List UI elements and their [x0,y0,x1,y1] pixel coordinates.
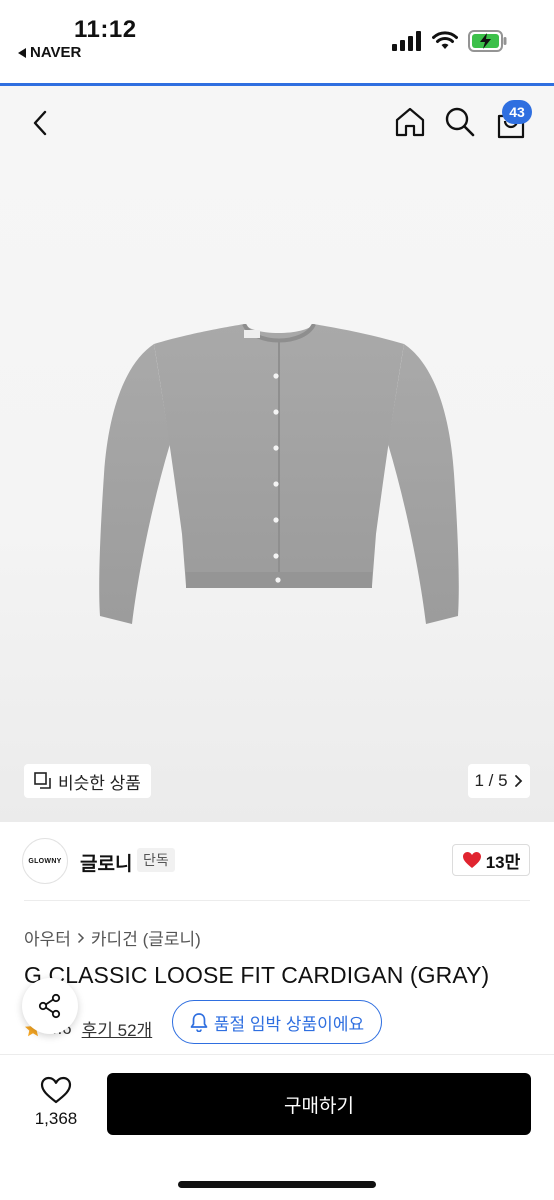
reviews-link[interactable]: 후기 52개 [82,1016,153,1041]
chevron-right-icon [514,775,522,787]
home-icon[interactable] [394,106,426,138]
back-to-app-link[interactable]: NAVER [18,44,81,61]
divider [24,900,530,901]
brand-name[interactable]: 글로니 [80,849,132,876]
cart-count-badge: 43 [502,100,532,124]
wishlist-count: 1,368 [34,1109,78,1128]
similar-products-button[interactable]: 비슷한 상품 [24,764,151,798]
soldout-notice-button[interactable]: 품절 임박 상품이에요 [172,1000,382,1044]
product-image-gallery[interactable]: 43 비슷한 상품 1 / 5 [0,86,554,822]
share-button[interactable] [22,978,78,1034]
share-icon [38,993,61,1019]
brand-logo-text: GLOWNY [28,857,62,865]
brand-logo[interactable]: GLOWNY [22,838,68,884]
bell-icon [190,1013,208,1032]
status-bar: 11:12 NAVER [0,0,554,84]
brand-like-count: 13만 [485,852,521,872]
back-triangle-icon [18,47,26,58]
back-icon[interactable] [26,108,56,138]
product-photo [99,324,459,624]
exclusive-tag: 단독 [137,848,175,872]
back-app-label: NAVER [30,44,82,61]
buy-button[interactable]: 구매하기 [107,1073,531,1135]
status-indicators [392,30,508,52]
heart-outline-icon[interactable] [40,1076,72,1104]
copy-squares-icon [34,772,51,789]
similar-products-label: 비슷한 상품 [58,773,141,793]
heart-filled-icon [462,852,481,868]
image-pager-button[interactable]: 1 / 5 [468,764,530,798]
breadcrumb-category[interactable]: 아우터 [24,925,71,950]
brand-like-button[interactable]: 13만 [452,844,530,876]
breadcrumb-subcategory[interactable]: 카디건 (글로니) [91,925,201,950]
breadcrumb: 아우터 카디건 (글로니) [24,925,201,950]
status-time: 11:12 [74,16,137,43]
wifi-icon [432,31,458,49]
search-icon[interactable] [444,106,476,138]
signal-icon [392,31,421,51]
product-title: G CLASSIC LOOSE FIT CARDIGAN (GRAY) [24,962,490,988]
battery-charging-icon [468,30,507,52]
chevron-right-icon [77,932,84,943]
soldout-notice-label: 품절 임박 상품이에요 [213,1014,365,1034]
image-pager-label: 1 / 5 [474,771,508,790]
home-indicator [178,1181,376,1188]
